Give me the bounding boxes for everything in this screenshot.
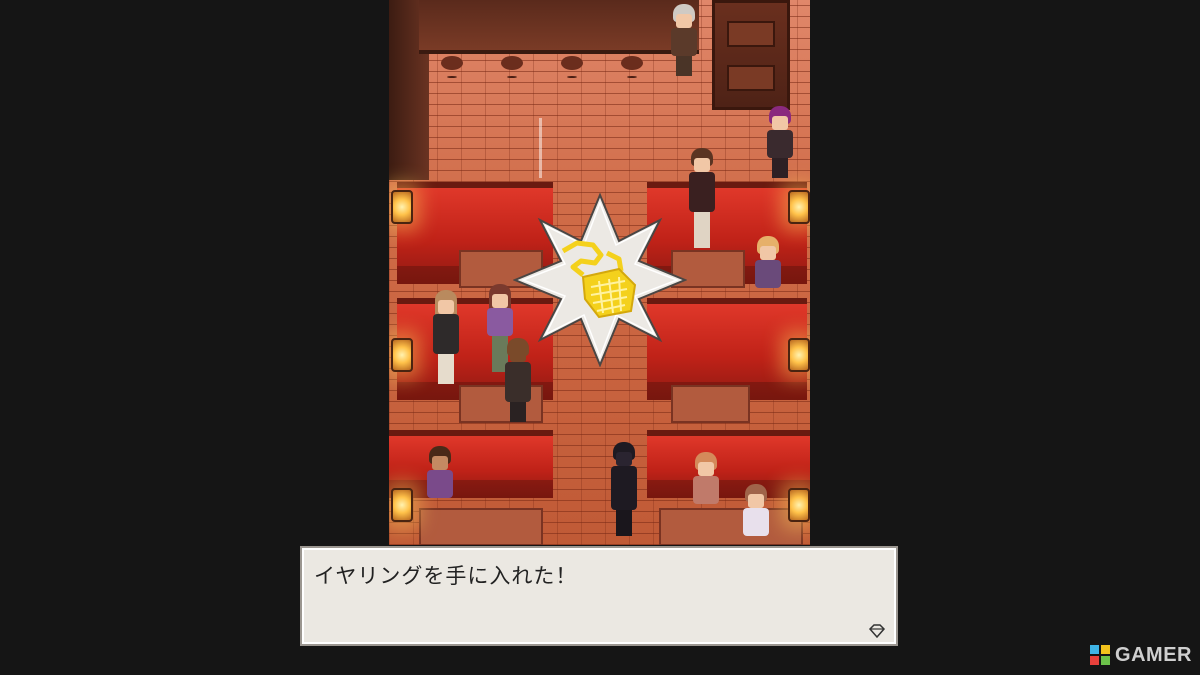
dialog-box[interactable]: イヤリングを手に入れた！	[300, 546, 898, 646]
bar-stool	[621, 56, 643, 70]
item-obtained-popup	[512, 192, 688, 368]
wall-lantern	[788, 190, 810, 224]
bar-stool	[501, 56, 523, 70]
npc-bartender[interactable]	[669, 4, 699, 96]
bar-stool	[441, 56, 463, 70]
wall-lantern	[391, 338, 413, 372]
bar-stool	[561, 56, 583, 70]
wall-lantern	[788, 488, 810, 522]
bar-table	[659, 508, 803, 545]
npc-blonde-seated[interactable]	[753, 236, 783, 292]
floor-marking	[539, 118, 542, 178]
dialog-message: イヤリングを手に入れた！	[314, 564, 578, 588]
player-ninja[interactable]	[609, 442, 645, 540]
game-screen: イヤリングを手に入れた！ GAMER	[0, 0, 1200, 675]
booth-bottom-left	[389, 430, 553, 498]
gamer-watermark: GAMER	[1089, 643, 1192, 667]
golden-earring-icon	[561, 240, 637, 319]
wall-lantern	[391, 488, 413, 522]
npc-purple-hair[interactable]	[765, 106, 795, 178]
back-door	[712, 0, 790, 110]
gamer-logo-icon	[1090, 645, 1111, 665]
wall-lantern	[391, 190, 413, 224]
booth-bottom-right	[647, 430, 810, 498]
npc-woman-white-dress[interactable]	[741, 484, 775, 538]
diamond-outline-icon[interactable]	[868, 624, 886, 638]
npc-bearded-man[interactable]	[425, 446, 459, 510]
watermark-text: GAMER	[1115, 643, 1192, 666]
bar-table	[671, 385, 750, 423]
npc-long-hair-woman[interactable]	[431, 290, 461, 390]
npc-orange-hair[interactable]	[691, 452, 725, 512]
npc-man-black-shirt[interactable]	[687, 148, 721, 252]
wall-lantern	[788, 338, 810, 372]
bar-counter	[419, 0, 699, 54]
bar-table	[419, 508, 543, 545]
